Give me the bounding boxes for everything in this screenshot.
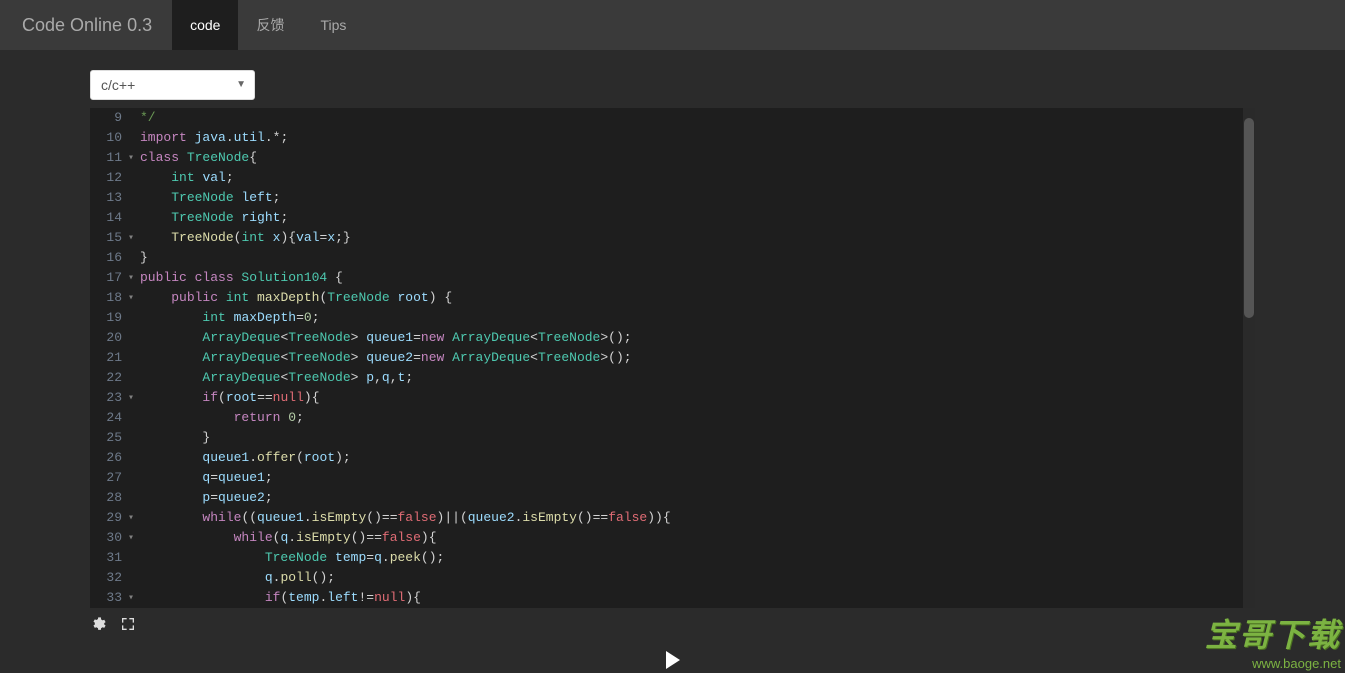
watermark-url: www.baoge.net: [1205, 656, 1341, 671]
fold-marker[interactable]: ▾: [128, 228, 140, 248]
line-number: 17: [90, 268, 122, 288]
code-line[interactable]: TreeNode right;: [140, 208, 1255, 228]
line-number: 11: [90, 148, 122, 168]
line-number: 18: [90, 288, 122, 308]
code-line[interactable]: public class Solution104 {: [140, 268, 1255, 288]
code-text-area[interactable]: */import java.util.*;class TreeNode{ int…: [140, 108, 1255, 608]
code-line[interactable]: public int maxDepth(TreeNode root) {: [140, 288, 1255, 308]
code-line[interactable]: q=queue1;: [140, 468, 1255, 488]
code-line[interactable]: int maxDepth=0;: [140, 308, 1255, 328]
app-brand: Code Online 0.3: [10, 15, 164, 36]
code-line[interactable]: }: [140, 428, 1255, 448]
watermark: 宝哥下载 www.baoge.net: [1205, 610, 1341, 671]
line-number: 14: [90, 208, 122, 228]
top-navbar: Code Online 0.3 code反馈Tips: [0, 0, 1345, 50]
fold-marker: [128, 488, 140, 508]
editor-scrollbar-track[interactable]: [1243, 108, 1255, 608]
code-line[interactable]: if(root==null){: [140, 388, 1255, 408]
code-line[interactable]: return 0;: [140, 408, 1255, 428]
line-number: 27: [90, 468, 122, 488]
code-line[interactable]: TreeNode(int x){val=x;}: [140, 228, 1255, 248]
code-line[interactable]: class TreeNode{: [140, 148, 1255, 168]
line-number: 30: [90, 528, 122, 548]
code-line[interactable]: q.poll();: [140, 568, 1255, 588]
code-line[interactable]: TreeNode temp=q.peek();: [140, 548, 1255, 568]
watermark-title: 宝哥下载: [1205, 610, 1341, 656]
code-line[interactable]: */: [140, 108, 1255, 128]
code-line[interactable]: ArrayDeque<TreeNode> queue1=new ArrayDeq…: [140, 328, 1255, 348]
line-number: 33: [90, 588, 122, 608]
code-line[interactable]: }: [140, 248, 1255, 268]
tab-Tips[interactable]: Tips: [302, 0, 364, 50]
line-number: 21: [90, 348, 122, 368]
language-selected-value: c/c++: [101, 77, 135, 93]
fold-marker[interactable]: ▾: [128, 288, 140, 308]
line-number: 20: [90, 328, 122, 348]
line-number-gutter: 9101112131415161718192021222324252627282…: [90, 108, 128, 608]
fullscreen-icon[interactable]: [120, 616, 136, 637]
line-number: 23: [90, 388, 122, 408]
line-number: 10: [90, 128, 122, 148]
fold-marker: [128, 208, 140, 228]
code-line[interactable]: import java.util.*;: [140, 128, 1255, 148]
line-number: 26: [90, 448, 122, 468]
code-line[interactable]: int val;: [140, 168, 1255, 188]
code-line[interactable]: while((queue1.isEmpty()==false)||(queue2…: [140, 508, 1255, 528]
fold-marker: [128, 428, 140, 448]
code-line[interactable]: if(temp.left!=null){: [140, 588, 1255, 608]
editor-scrollbar-thumb[interactable]: [1244, 118, 1254, 318]
line-number: 19: [90, 308, 122, 328]
code-line[interactable]: p=queue2;: [140, 488, 1255, 508]
code-line[interactable]: while(q.isEmpty()==false){: [140, 528, 1255, 548]
line-number: 9: [90, 108, 122, 128]
code-line[interactable]: TreeNode left;: [140, 188, 1255, 208]
line-number: 22: [90, 368, 122, 388]
line-number: 25: [90, 428, 122, 448]
editor-bottom-toolbar: [90, 608, 1255, 645]
fold-marker: [128, 128, 140, 148]
fold-marker: [128, 248, 140, 268]
fold-marker[interactable]: ▾: [128, 508, 140, 528]
language-selector[interactable]: c/c++: [90, 70, 255, 100]
tab-反馈[interactable]: 反馈: [238, 0, 302, 50]
run-button-wrap: [666, 651, 680, 669]
play-icon[interactable]: [666, 651, 680, 669]
code-line[interactable]: queue1.offer(root);: [140, 448, 1255, 468]
fold-marker[interactable]: ▾: [128, 268, 140, 288]
fold-column[interactable]: ▾▾▾▾▾▾▾▾: [128, 108, 140, 608]
fold-marker: [128, 568, 140, 588]
fold-marker[interactable]: ▾: [128, 528, 140, 548]
fold-marker: [128, 348, 140, 368]
line-number: 31: [90, 548, 122, 568]
tab-code[interactable]: code: [172, 0, 238, 50]
code-line[interactable]: ArrayDeque<TreeNode> queue2=new ArrayDeq…: [140, 348, 1255, 368]
fold-marker[interactable]: ▾: [128, 148, 140, 168]
line-number: 13: [90, 188, 122, 208]
nav-tabs: code反馈Tips: [172, 0, 364, 50]
line-number: 32: [90, 568, 122, 588]
fold-marker: [128, 468, 140, 488]
fold-marker: [128, 168, 140, 188]
fold-marker: [128, 108, 140, 128]
line-number: 29: [90, 508, 122, 528]
main-content: c/c++ 9101112131415161718192021222324252…: [0, 50, 1345, 665]
fold-marker: [128, 308, 140, 328]
fold-marker: [128, 408, 140, 428]
gear-icon[interactable]: [90, 616, 106, 637]
fold-marker: [128, 368, 140, 388]
fold-marker[interactable]: ▾: [128, 388, 140, 408]
line-number: 16: [90, 248, 122, 268]
fold-marker: [128, 328, 140, 348]
fold-marker[interactable]: ▾: [128, 588, 140, 608]
line-number: 28: [90, 488, 122, 508]
line-number: 15: [90, 228, 122, 248]
fold-marker: [128, 548, 140, 568]
code-line[interactable]: ArrayDeque<TreeNode> p,q,t;: [140, 368, 1255, 388]
line-number: 12: [90, 168, 122, 188]
code-editor[interactable]: 9101112131415161718192021222324252627282…: [90, 108, 1255, 608]
fold-marker: [128, 188, 140, 208]
line-number: 24: [90, 408, 122, 428]
fold-marker: [128, 448, 140, 468]
